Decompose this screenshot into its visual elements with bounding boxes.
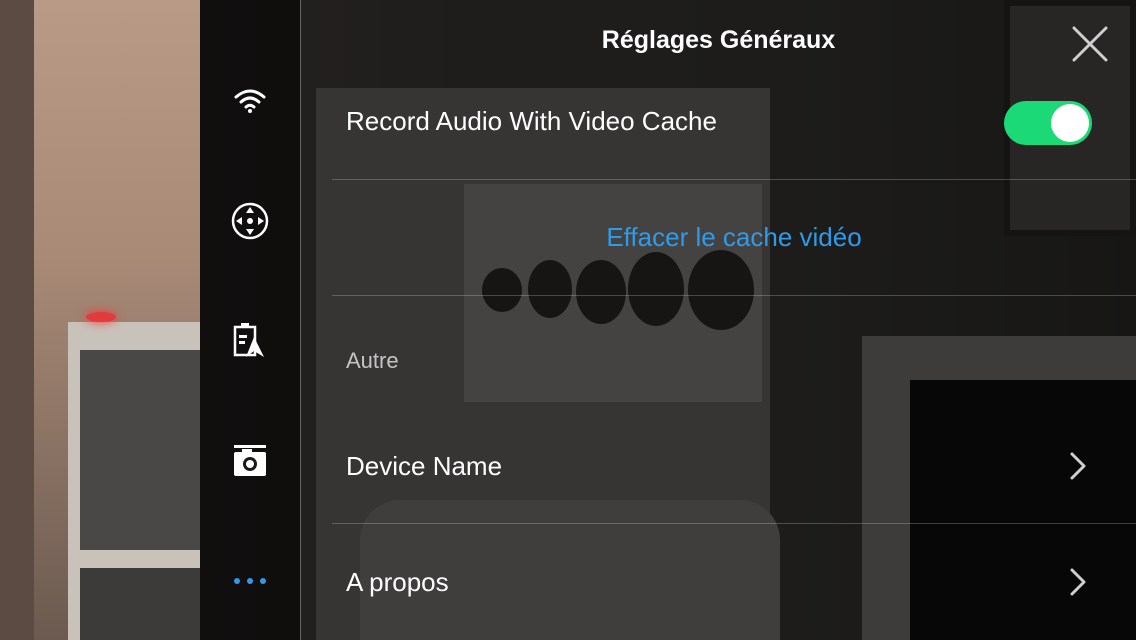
about-row[interactable]: A propos bbox=[346, 567, 449, 598]
background-door bbox=[0, 0, 34, 640]
settings-panel: Réglages Généraux bbox=[301, 0, 1136, 640]
background-shelf bbox=[68, 322, 200, 640]
section-header-other: Autre bbox=[346, 348, 399, 373]
background-shelf-box bbox=[80, 350, 200, 550]
chevron-right-icon[interactable] bbox=[1066, 450, 1090, 482]
sidebar-item-camera[interactable] bbox=[200, 436, 300, 486]
background-red-light bbox=[86, 312, 116, 322]
row-divider bbox=[332, 295, 1136, 296]
close-icon[interactable] bbox=[1068, 22, 1112, 66]
row-divider bbox=[332, 179, 1136, 180]
toggle-knob bbox=[1051, 104, 1089, 142]
camera-icon bbox=[234, 445, 266, 476]
more-dots-icon bbox=[234, 578, 266, 584]
sidebar-item-wifi[interactable] bbox=[200, 76, 300, 126]
sidebar-item-more[interactable] bbox=[200, 556, 300, 606]
sidebar-item-controls[interactable] bbox=[200, 196, 300, 246]
settings-sidebar bbox=[200, 0, 300, 640]
row-divider bbox=[332, 523, 1136, 524]
page-title: Réglages Généraux bbox=[601, 26, 836, 54]
chevron-right-icon[interactable] bbox=[1066, 566, 1090, 598]
sidebar-item-battery-gps[interactable] bbox=[200, 316, 300, 366]
record-audio-label: Record Audio With Video Cache bbox=[346, 106, 717, 136]
wifi-icon bbox=[234, 89, 266, 113]
background-shelf-box bbox=[80, 568, 200, 640]
record-audio-toggle[interactable] bbox=[1004, 101, 1092, 145]
move-joystick-icon bbox=[231, 202, 269, 240]
clear-video-cache-button[interactable]: Effacer le cache vidéo bbox=[332, 222, 1136, 253]
device-name-row[interactable]: Device Name bbox=[346, 451, 502, 482]
battery-gps-icon bbox=[233, 323, 264, 357]
